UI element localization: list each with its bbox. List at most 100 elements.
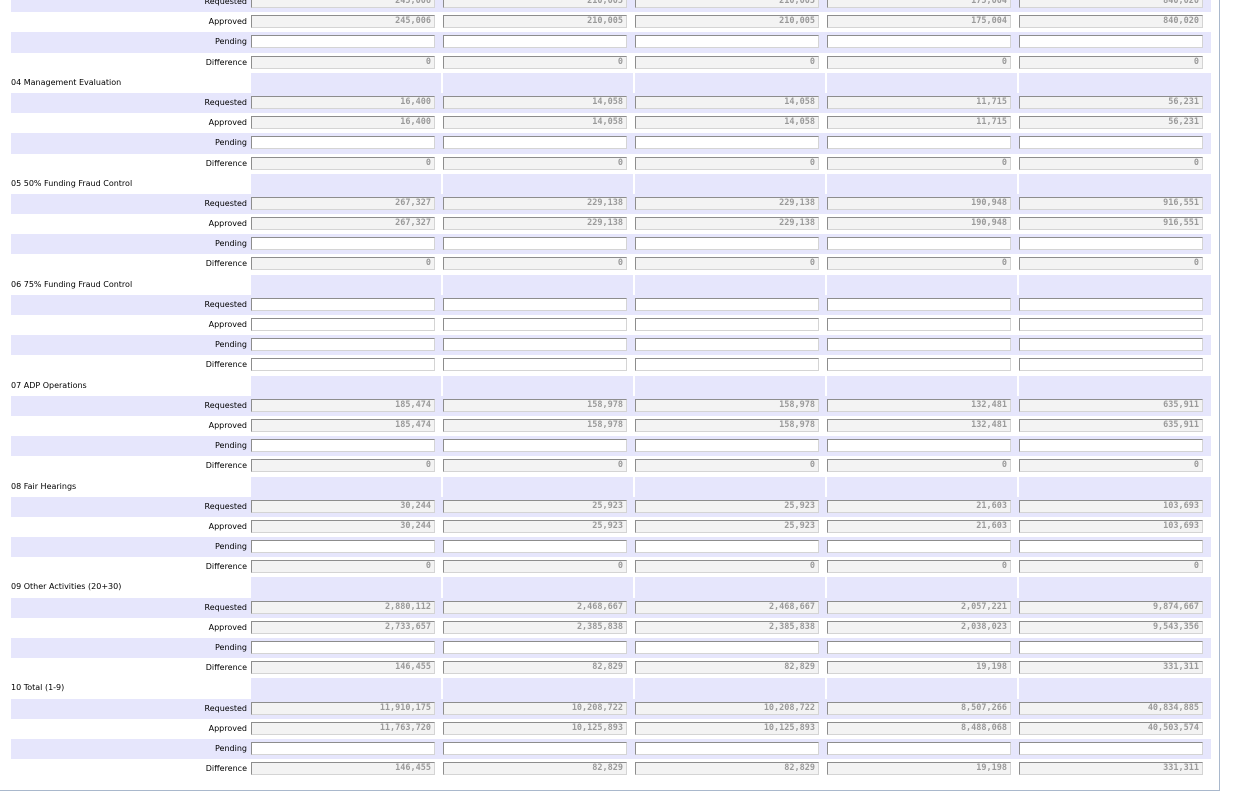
value-field[interactable] [443,136,627,150]
value-field[interactable]: 25,923 [443,499,627,513]
value-field[interactable]: 0 [443,156,627,170]
value-field[interactable]: 19,198 [827,762,1011,776]
value-field[interactable]: 2,468,667 [635,600,819,614]
value-field[interactable]: 0 [827,55,1011,69]
value-field[interactable]: 0 [827,459,1011,473]
value-field[interactable] [443,641,627,654]
value-field[interactable] [251,540,435,554]
value-field[interactable] [251,338,435,352]
value-field[interactable] [443,237,627,251]
value-field[interactable]: 132,481 [827,418,1011,432]
value-field[interactable]: 8,507,266 [827,701,1011,715]
value-field[interactable] [827,338,1011,352]
value-field[interactable] [1019,741,1203,755]
value-field[interactable]: 16,400 [251,95,435,109]
value-field[interactable]: 0 [443,459,627,473]
value-field[interactable]: 331,311 [1019,762,1203,776]
value-field[interactable]: 0 [443,257,627,271]
value-field[interactable] [827,237,1011,251]
value-field[interactable]: 210,005 [635,15,819,29]
value-field[interactable]: 40,503,574 [1019,721,1203,735]
value-field[interactable]: 11,715 [827,95,1011,109]
value-field[interactable] [827,35,1011,49]
value-field[interactable]: 103,693 [1019,519,1203,533]
value-field[interactable]: 10,208,722 [443,701,627,715]
value-field[interactable]: 11,763,720 [251,721,435,735]
value-field[interactable]: 229,138 [635,196,819,210]
value-field[interactable]: 840,020 [1019,0,1203,8]
value-field[interactable]: 267,327 [251,217,435,231]
value-field[interactable]: 0 [1019,459,1203,473]
value-field[interactable]: 11,910,175 [251,701,435,715]
value-field[interactable]: 82,829 [635,661,819,675]
value-field[interactable]: 635,911 [1019,398,1203,412]
value-field[interactable] [251,741,435,755]
value-field[interactable]: 11,715 [827,116,1011,130]
value-field[interactable]: 0 [251,156,435,170]
value-field[interactable] [251,358,435,372]
value-field[interactable] [1019,297,1203,311]
value-field[interactable] [1019,136,1203,150]
value-field[interactable]: 158,978 [443,398,627,412]
value-field[interactable]: 158,978 [443,418,627,432]
value-field[interactable] [1019,358,1203,372]
value-field[interactable]: 0 [251,257,435,271]
value-field[interactable]: 25,923 [635,519,819,533]
value-field[interactable] [635,540,819,554]
value-field[interactable] [635,136,819,150]
value-field[interactable]: 40,834,885 [1019,701,1203,715]
value-field[interactable]: 0 [635,459,819,473]
value-field[interactable] [1019,439,1203,453]
value-field[interactable] [251,136,435,150]
value-field[interactable]: 0 [635,560,819,574]
value-field[interactable]: 82,829 [635,762,819,776]
value-field[interactable]: 331,311 [1019,661,1203,675]
value-field[interactable]: 146,455 [251,661,435,675]
value-field[interactable] [1019,237,1203,251]
value-field[interactable] [1019,318,1203,331]
value-field[interactable]: 9,874,667 [1019,600,1203,614]
value-field[interactable]: 30,244 [251,499,435,513]
value-field[interactable] [443,358,627,372]
value-field[interactable]: 916,551 [1019,196,1203,210]
value-field[interactable]: 190,948 [827,217,1011,231]
value-field[interactable] [443,439,627,453]
value-field[interactable]: 8,488,068 [827,721,1011,735]
value-field[interactable]: 0 [1019,560,1203,574]
value-field[interactable]: 82,829 [443,762,627,776]
value-field[interactable]: 0 [827,257,1011,271]
value-field[interactable]: 14,058 [635,95,819,109]
value-field[interactable] [635,35,819,49]
value-field[interactable]: 0 [443,55,627,69]
value-field[interactable]: 0 [635,257,819,271]
value-field[interactable] [635,641,819,654]
value-field[interactable]: 82,829 [443,661,627,675]
value-field[interactable] [443,741,627,755]
value-field[interactable]: 19,198 [827,661,1011,675]
value-field[interactable]: 16,400 [251,116,435,130]
value-field[interactable] [635,297,819,311]
value-field[interactable]: 840,020 [1019,15,1203,29]
value-field[interactable] [251,35,435,49]
value-field[interactable] [251,641,435,654]
value-field[interactable]: 56,231 [1019,95,1203,109]
value-field[interactable] [827,439,1011,453]
value-field[interactable] [635,318,819,331]
value-field[interactable]: 56,231 [1019,116,1203,130]
value-field[interactable]: 210,005 [635,0,819,8]
value-field[interactable]: 132,481 [827,398,1011,412]
value-field[interactable] [443,540,627,554]
value-field[interactable]: 10,125,893 [443,721,627,735]
value-field[interactable] [1019,35,1203,49]
value-field[interactable]: 2,733,657 [251,620,435,634]
value-field[interactable]: 158,978 [635,398,819,412]
value-field[interactable] [443,318,627,331]
value-field[interactable]: 14,058 [635,116,819,130]
value-field[interactable] [1019,540,1203,554]
value-field[interactable]: 0 [1019,55,1203,69]
value-field[interactable]: 190,948 [827,196,1011,210]
value-field[interactable]: 0 [827,156,1011,170]
value-field[interactable] [827,136,1011,150]
value-field[interactable]: 2,468,667 [443,600,627,614]
value-field[interactable]: 21,603 [827,519,1011,533]
